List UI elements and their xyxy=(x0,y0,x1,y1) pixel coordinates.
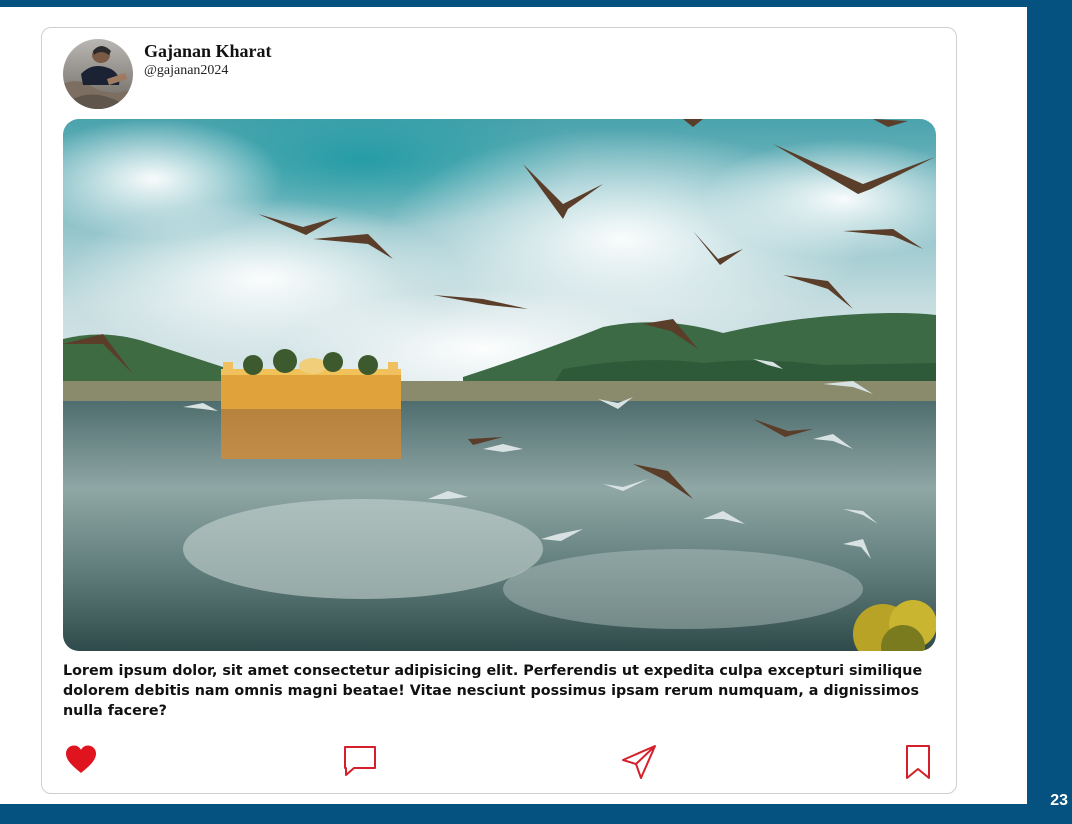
slide-number: 23 xyxy=(1050,792,1068,809)
author-name[interactable]: Gajanan Kharat xyxy=(144,41,272,63)
post-caption: Lorem ipsum dolor, sit amet consectetur … xyxy=(63,663,923,719)
slide-canvas: Gajanan Kharat @gajanan2024 Lorem ipsum … xyxy=(0,7,1027,804)
save-button[interactable] xyxy=(904,744,932,780)
share-button[interactable] xyxy=(620,744,658,780)
post-header: Gajanan Kharat @gajanan2024 xyxy=(63,39,272,109)
bookmark-icon xyxy=(906,745,930,779)
author-info: Gajanan Kharat @gajanan2024 xyxy=(144,41,272,79)
slide-background: Gajanan Kharat @gajanan2024 Lorem ipsum … xyxy=(0,0,1072,824)
comment-icon xyxy=(344,746,376,776)
heart-filled-icon xyxy=(66,745,96,773)
post-actions xyxy=(42,744,958,784)
send-icon xyxy=(622,745,656,779)
comment-button[interactable] xyxy=(342,744,378,778)
post-card: Gajanan Kharat @gajanan2024 Lorem ipsum … xyxy=(41,27,957,794)
avatar[interactable] xyxy=(63,39,133,109)
like-button[interactable] xyxy=(64,744,98,774)
post-image[interactable] xyxy=(63,119,936,651)
author-handle[interactable]: @gajanan2024 xyxy=(144,63,272,80)
